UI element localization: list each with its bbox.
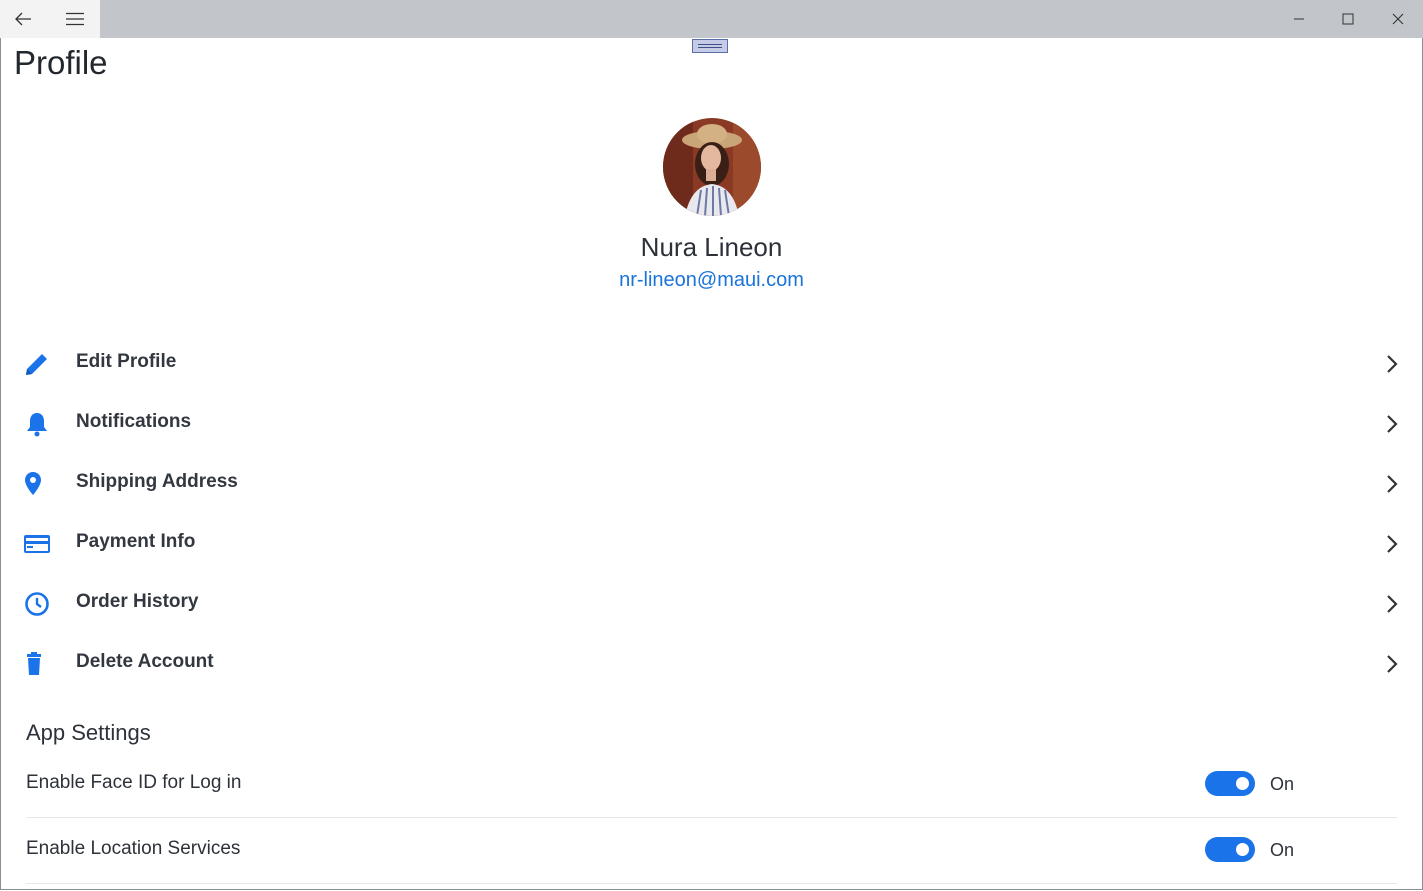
- chevron-right-icon: [1382, 652, 1402, 676]
- setting-location-services: Enable Location Services On: [26, 817, 1397, 884]
- menu-button[interactable]: [52, 0, 98, 38]
- nav-button-group: [0, 0, 100, 38]
- menu-label: Edit Profile: [76, 351, 177, 372]
- app-settings-heading: App Settings: [26, 720, 151, 745]
- drag-handle[interactable]: [692, 39, 728, 53]
- chevron-right-icon: [1382, 592, 1402, 616]
- toggle-state: On: [1270, 774, 1295, 794]
- maximize-button[interactable]: [1325, 0, 1371, 38]
- toggle-state: On: [1270, 840, 1295, 860]
- trash-icon: [23, 650, 51, 678]
- menu-label: Shipping Address: [76, 471, 238, 492]
- pencil-icon: [23, 350, 51, 378]
- menu-label: Delete Account: [76, 651, 214, 672]
- menu-label: Order History: [76, 591, 199, 612]
- menu-item-delete-account[interactable]: Delete Account: [0, 634, 1423, 694]
- chevron-right-icon: [1382, 532, 1402, 556]
- setting-label: Enable Face ID for Log in: [26, 772, 242, 793]
- minimize-icon: [1293, 13, 1305, 25]
- profile-menu: Edit Profile Notifications Shipping Addr…: [0, 334, 1423, 694]
- close-icon: [1392, 13, 1404, 25]
- menu-label: Payment Info: [76, 531, 196, 552]
- menu-item-order-history[interactable]: Order History: [0, 574, 1423, 634]
- user-email[interactable]: nr-lineon@maui.com: [0, 269, 1423, 292]
- user-name: Nura Lineon: [640, 232, 783, 262]
- location-services-toggle[interactable]: [1205, 837, 1255, 862]
- page-title: Profile: [14, 44, 108, 81]
- menu-label: Notifications: [76, 411, 192, 432]
- title-bar: [0, 0, 1423, 38]
- hamburger-icon: [65, 12, 85, 26]
- chevron-right-icon: [1382, 412, 1402, 436]
- menu-item-edit-profile[interactable]: Edit Profile: [0, 334, 1423, 394]
- setting-face-id: Enable Face ID for Log in On: [26, 751, 1397, 818]
- avatar: [663, 118, 761, 216]
- face-id-toggle[interactable]: [1205, 771, 1255, 796]
- setting-label: Enable Location Services: [26, 838, 241, 859]
- credit-card-icon: [23, 530, 51, 558]
- arrow-left-icon: [14, 12, 32, 26]
- chevron-right-icon: [1382, 472, 1402, 496]
- menu-item-notifications[interactable]: Notifications: [0, 394, 1423, 454]
- minimize-button[interactable]: [1276, 0, 1322, 38]
- user-avatar-picture: [663, 118, 761, 216]
- menu-item-shipping-address[interactable]: Shipping Address: [0, 454, 1423, 514]
- menu-item-payment-info[interactable]: Payment Info: [0, 514, 1423, 574]
- back-button[interactable]: [0, 0, 46, 38]
- maximize-icon: [1342, 13, 1354, 25]
- clock-icon: [23, 590, 51, 618]
- chevron-right-icon: [1382, 352, 1402, 376]
- map-pin-icon: [23, 470, 51, 498]
- bell-icon: [23, 410, 51, 438]
- close-button[interactable]: [1375, 0, 1421, 38]
